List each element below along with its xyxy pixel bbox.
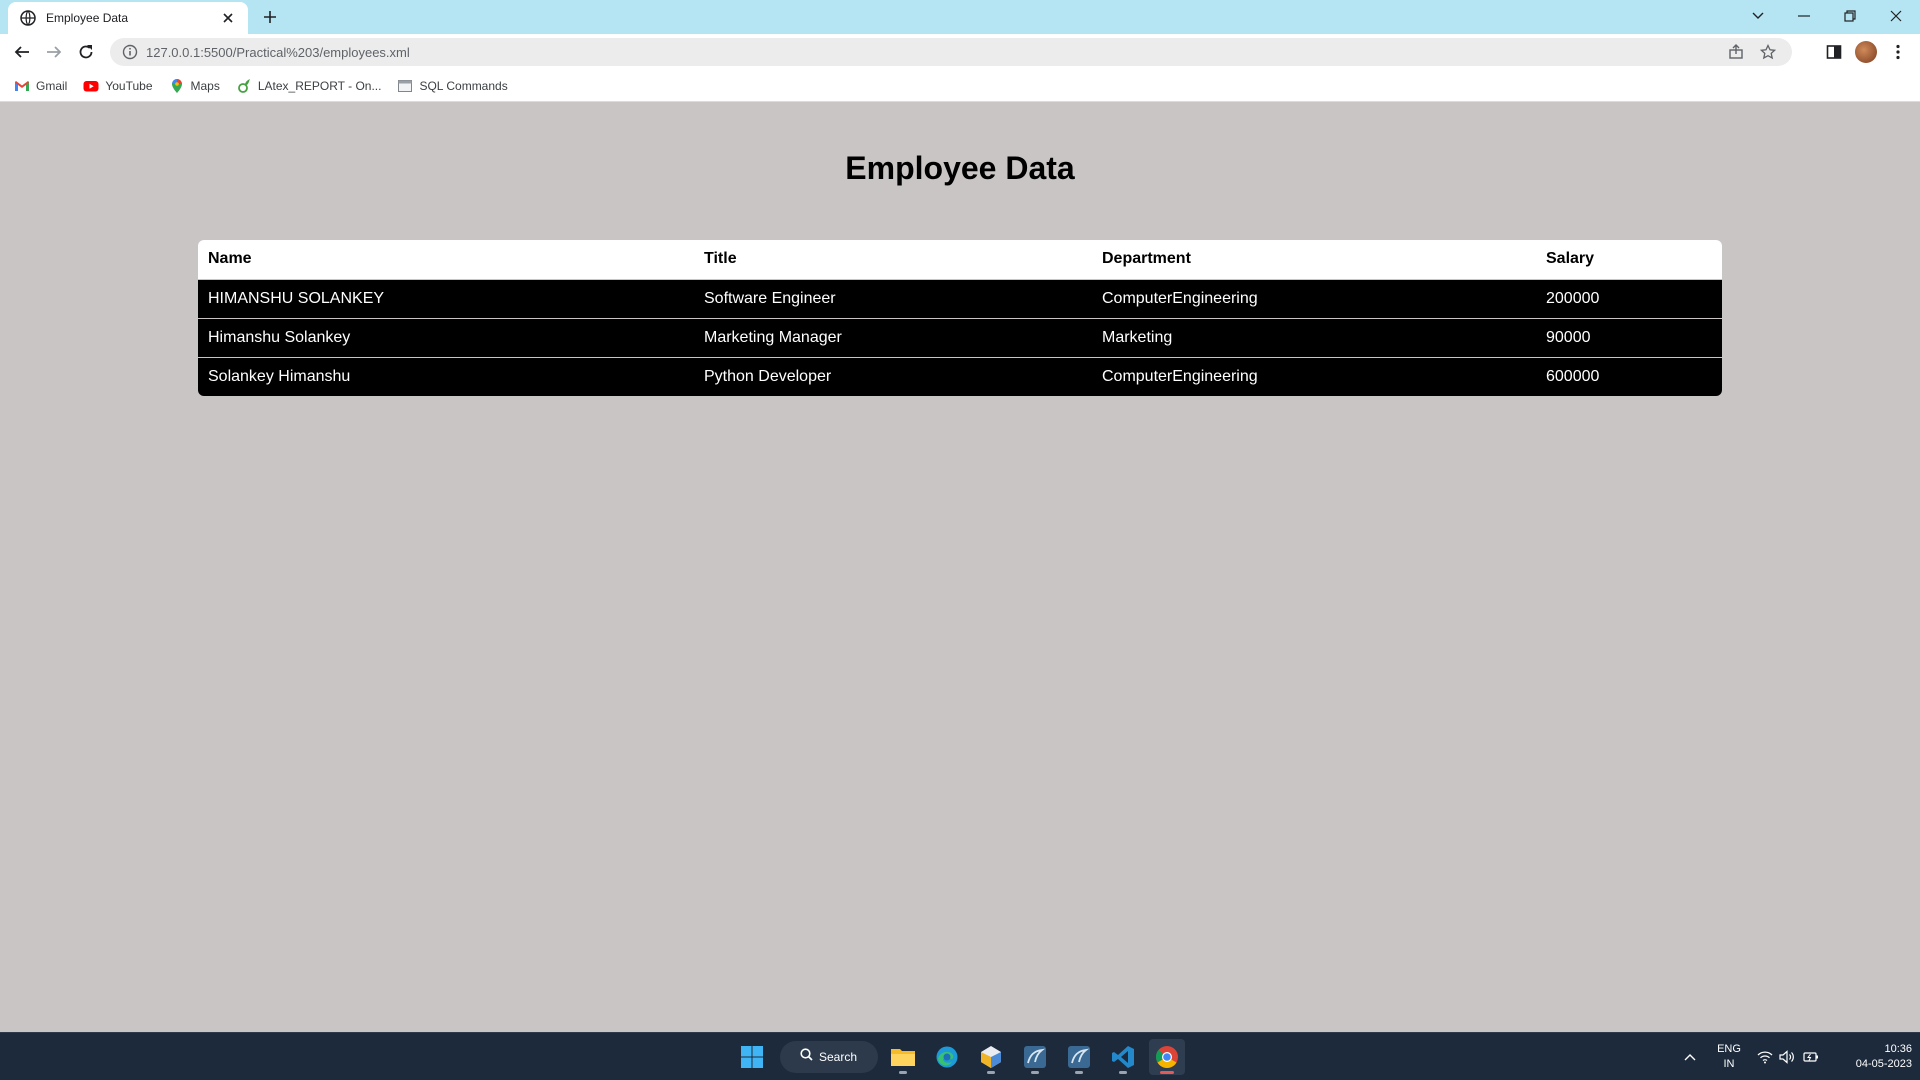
cell-department: ComputerEngineering: [1092, 356, 1536, 396]
table-row: HIMANSHU SOLANKEY Software Engineer Comp…: [198, 278, 1722, 318]
cell-salary: 200000: [1536, 278, 1722, 318]
search-label: Search: [819, 1050, 858, 1064]
system-clock[interactable]: 10:36 04-05-2023: [1832, 1042, 1912, 1072]
menu-dots-icon[interactable]: [1886, 40, 1910, 64]
cell-salary: 600000: [1536, 356, 1722, 396]
language-indicator[interactable]: ENG IN: [1714, 1042, 1744, 1072]
overleaf-icon: [236, 78, 252, 94]
tab-title: Employee Data: [46, 11, 129, 25]
mysql-workbench-icon-2[interactable]: [1061, 1039, 1097, 1075]
column-header-name: Name: [198, 240, 694, 279]
start-button[interactable]: [734, 1039, 770, 1075]
minimize-icon[interactable]: [1784, 4, 1824, 28]
mysql-workbench-icon[interactable]: [1017, 1039, 1053, 1075]
cell-salary: 90000: [1536, 317, 1722, 357]
column-header-salary: Salary: [1536, 240, 1722, 279]
tab-search-icon[interactable]: [1738, 4, 1778, 28]
cell-name: HIMANSHU SOLANKEY: [198, 278, 694, 318]
taskbar-search-button[interactable]: Search: [780, 1041, 878, 1073]
side-panel-icon[interactable]: [1822, 40, 1846, 64]
taskbar: Search ENG IN 10:36 04-05-2023: [0, 1032, 1920, 1080]
cell-title: Software Engineer: [694, 278, 1092, 318]
globe-icon: [20, 10, 36, 26]
cube-app-icon[interactable]: [973, 1039, 1009, 1075]
restore-icon[interactable]: [1830, 4, 1870, 28]
back-icon[interactable]: [10, 40, 34, 64]
cell-department: ComputerEngineering: [1092, 278, 1536, 318]
close-tab-icon[interactable]: [220, 10, 236, 26]
chevron-up-icon[interactable]: [1680, 1047, 1700, 1067]
bookmark-latex-report[interactable]: LAtex_REPORT - On...: [236, 78, 381, 94]
wifi-icon[interactable]: [1755, 1047, 1775, 1067]
file-explorer-icon[interactable]: [885, 1039, 921, 1075]
youtube-icon: [83, 78, 99, 94]
browser-tab[interactable]: Employee Data: [8, 2, 248, 34]
page-title: Employee Data: [845, 150, 1075, 186]
employee-table: Name Title Department Salary HIMANSHU SO…: [198, 240, 1722, 396]
page-content: Employee Data Name Title Department Sala…: [0, 102, 1920, 1032]
forward-icon[interactable]: [42, 40, 66, 64]
vscode-icon[interactable]: [1105, 1039, 1141, 1075]
site-info-icon[interactable]: [122, 44, 138, 60]
search-icon: [800, 1048, 813, 1066]
column-header-title: Title: [694, 240, 1092, 279]
cell-department: Marketing: [1092, 317, 1536, 357]
page-icon: [397, 78, 413, 94]
new-tab-button[interactable]: [260, 7, 280, 27]
column-header-department: Department: [1092, 240, 1536, 279]
bookmark-star-icon[interactable]: [1756, 40, 1780, 64]
table-header-row: Name Title Department Salary: [198, 240, 1722, 279]
tab-strip: Employee Data: [0, 0, 1920, 34]
cell-title: Python Developer: [694, 356, 1092, 396]
bookmarks-bar: Gmail YouTube Maps LAtex_REPORT - On... …: [0, 70, 1920, 102]
cell-name: Himanshu Solankey: [198, 317, 694, 357]
address-bar[interactable]: 127.0.0.1:5500/Practical%203/employees.x…: [110, 38, 1792, 66]
table-row: Solankey Himanshu Python Developer Compu…: [198, 356, 1722, 396]
bookmark-maps[interactable]: Maps: [169, 78, 220, 94]
cell-name: Solankey Himanshu: [198, 356, 694, 396]
table-row: Himanshu Solankey Marketing Manager Mark…: [198, 317, 1722, 357]
close-window-icon[interactable]: [1876, 4, 1916, 28]
browser-toolbar: 127.0.0.1:5500/Practical%203/employees.x…: [0, 34, 1920, 70]
gmail-icon: [14, 78, 30, 94]
edge-browser-icon[interactable]: [929, 1039, 965, 1075]
maps-icon: [169, 78, 185, 94]
chrome-icon[interactable]: [1149, 1039, 1185, 1075]
volume-icon[interactable]: [1777, 1047, 1797, 1067]
reload-icon[interactable]: [74, 40, 98, 64]
share-icon[interactable]: [1724, 40, 1748, 64]
profile-avatar[interactable]: [1854, 40, 1878, 64]
cell-title: Marketing Manager: [694, 317, 1092, 357]
bookmark-sql-commands[interactable]: SQL Commands: [397, 78, 508, 94]
battery-icon[interactable]: [1801, 1047, 1821, 1067]
url-text: 127.0.0.1:5500/Practical%203/employees.x…: [146, 44, 410, 60]
bookmark-youtube[interactable]: YouTube: [83, 78, 153, 94]
bookmark-gmail[interactable]: Gmail: [14, 78, 67, 94]
